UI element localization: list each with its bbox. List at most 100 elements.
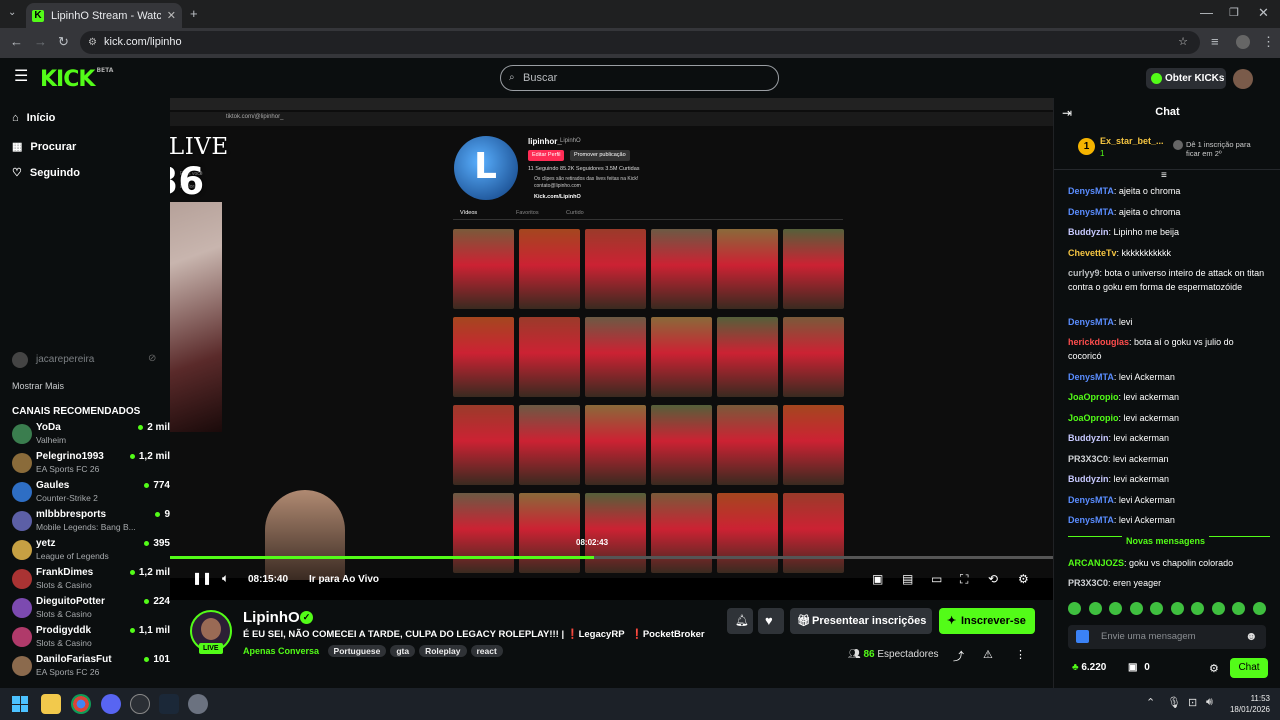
fullscreen-icon[interactable]: ⛶ [960,572,968,587]
recommended-channel[interactable]: YoDa Valheim 2 mil [12,420,170,452]
emote-icon[interactable] [1109,602,1122,615]
settings-app-icon[interactable] [188,694,208,714]
emote-icon[interactable] [1211,602,1225,615]
minimize-icon[interactable]: — [1200,6,1213,20]
speaker-icon[interactable]: 🔊︎ [1206,696,1213,709]
mini-player-icon[interactable]: ▣ [872,572,883,586]
notifications-button[interactable]: 🔔︎ [727,608,753,634]
chat-username[interactable]: Buddyzin [1068,433,1109,443]
emote-icon[interactable] [1252,602,1266,615]
more-options-icon[interactable]: ⋮ [1015,648,1026,661]
microphone-icon[interactable]: 🎙︎ [1167,696,1181,709]
report-icon[interactable]: ⚠ [983,648,993,661]
show-more-link[interactable]: Mostrar Mais [12,381,64,391]
follow-button[interactable]: ♥ [758,608,784,634]
chat-username[interactable]: DenysMTA [1068,495,1114,505]
recommended-channel[interactable]: Gaules Counter-Strike 2 774 [12,478,170,510]
clip-icon[interactable]: ▤ [902,572,913,586]
maximize-icon[interactable]: ❐ [1229,6,1239,20]
gift-balance[interactable]: ▣ 0 [1128,662,1150,673]
pocketbroker-link[interactable]: PocketBroker [643,629,705,640]
channel-name[interactable]: LipinhO [243,609,300,626]
profile-icon[interactable] [1236,35,1250,49]
steam-icon[interactable] [159,694,179,714]
chat-username[interactable]: DenysMTA [1068,186,1114,196]
browser-tab[interactable]: K LipinhO Stream - Watch Live on Kick ✕ [26,3,182,28]
pause-icon[interactable]: ❚❚ [192,571,212,585]
recommended-channel[interactable]: yetz League of Legends 395 [12,536,170,568]
share-icon[interactable]: ⤴ [953,648,964,664]
tab-menu-icon[interactable]: ⌄ [8,6,16,20]
browser-menu-icon[interactable]: ⋮ [1262,35,1275,49]
legacyrp-link[interactable]: LegacyRP [579,629,625,640]
gift-subs-button[interactable]: 🎁︎ Presentear inscrições [790,608,932,634]
recommended-channel[interactable]: mlbbbresports Mobile Legends: Bang B... 9 [12,507,170,539]
following-channel[interactable]: jacarepereira ⊘ [12,352,162,372]
chat-input[interactable]: Envie uma mensagem ☻ [1068,625,1266,649]
emote-icon[interactable] [1170,602,1184,615]
chat-settings-icon[interactable]: ⚙ [1209,662,1219,675]
sidebar-item-home[interactable]: ⌂ Início [12,112,55,124]
chat-username[interactable]: JoaOpropio [1068,392,1119,402]
emote-icon[interactable] [1088,602,1102,615]
sidebar-item-browse[interactable]: ▦ Procurar [12,140,76,153]
emote-icon[interactable] [1191,602,1204,615]
search-input[interactable]: ⌕ Buscar [500,65,779,91]
theater-mode-icon[interactable]: ▭ [931,572,942,586]
go-live-button[interactable]: Ir para Ao Vivo [309,574,379,585]
sidebar-item-following[interactable]: ♡ Seguindo [12,166,80,179]
site-info-icon[interactable]: ⚙ [88,31,97,54]
recommended-channel[interactable]: DieguitoPotter Slots & Casino 224 [12,594,170,626]
back-icon[interactable]: ← [10,35,23,49]
chat-username[interactable]: herickdouglas [1068,337,1129,347]
new-tab-icon[interactable]: + [190,7,198,21]
rewind-icon[interactable]: ⟲ [988,572,998,586]
tag[interactable]: Roleplay [419,645,467,657]
chat-username[interactable]: curlyy9 [1068,268,1100,278]
chat-username[interactable]: DenysMTA [1068,515,1114,525]
tray-expand-icon[interactable]: ⌃ [1146,696,1155,709]
kicks-balance[interactable]: ♣ 6.220 [1072,662,1106,673]
discord-icon[interactable] [101,694,121,714]
close-tab-icon[interactable]: ✕ [167,9,176,22]
chat-username[interactable]: Buddyzin [1068,227,1109,237]
media-control-icon[interactable]: ≡ [1211,35,1219,49]
file-explorer-icon[interactable] [41,694,61,714]
seek-bar[interactable]: 08:02:43 [170,538,1053,559]
chat-username[interactable]: ARCANJOZS [1068,558,1124,568]
chat-username[interactable]: ChevetteTv [1068,248,1117,258]
user-avatar[interactable] [1233,69,1253,89]
chat-username[interactable]: Buddyzin [1068,474,1109,484]
recommended-channel[interactable]: FrankDimes Slots & Casino 1,2 mil [12,565,170,597]
tag[interactable]: Portuguese [327,645,387,657]
chat-app-icon[interactable] [1076,630,1089,643]
settings-gear-icon[interactable]: ⚙ [1018,572,1029,586]
send-chat-button[interactable]: Chat [1230,658,1268,678]
expand-pinned-icon[interactable]: ≡ [1161,170,1167,181]
category-link[interactable]: Apenas Conversa [243,646,319,656]
get-kicks-button[interactable]: Obter KICKs [1146,68,1226,89]
subscribe-button[interactable]: ✦ Inscrever-se [939,608,1035,634]
emote-icon[interactable] [1068,602,1081,615]
bookmark-star-icon[interactable]: ☆ [1178,31,1188,54]
windows-start-icon[interactable] [12,696,28,712]
forward-icon[interactable]: → [34,35,47,49]
hamburger-menu-icon[interactable]: ☰ [14,69,28,85]
recommended-channel[interactable]: Prodigyddk Slots & Casino 1,1 mil [12,623,170,655]
tag[interactable]: react [470,645,503,657]
reload-icon[interactable]: ↻ [58,35,69,49]
chat-username[interactable]: DenysMTA [1068,317,1114,327]
chat-username[interactable]: DenysMTA [1068,207,1114,217]
recommended-channel[interactable]: Pelegrino1993 EA Sports FC 26 1,2 mil [12,449,170,481]
kick-logo[interactable]: KICK BETA [40,67,113,92]
chat-username[interactable]: JoaOpropio [1068,413,1119,423]
emote-icon[interactable] [1232,602,1245,615]
top-gifter-name[interactable]: Ex_star_bet_... [1100,136,1172,146]
app-icon[interactable] [130,694,150,714]
chrome-icon[interactable] [71,694,91,714]
close-window-icon[interactable]: ✕ [1258,6,1269,20]
chat-username[interactable]: PR3X3C0 [1068,578,1108,588]
url-input[interactable]: ⚙ kick.com/lipinho ☆ [80,31,1200,54]
emoji-icon[interactable]: ☻ [1245,629,1258,643]
chat-username[interactable]: PR3X3C0 [1068,454,1108,464]
